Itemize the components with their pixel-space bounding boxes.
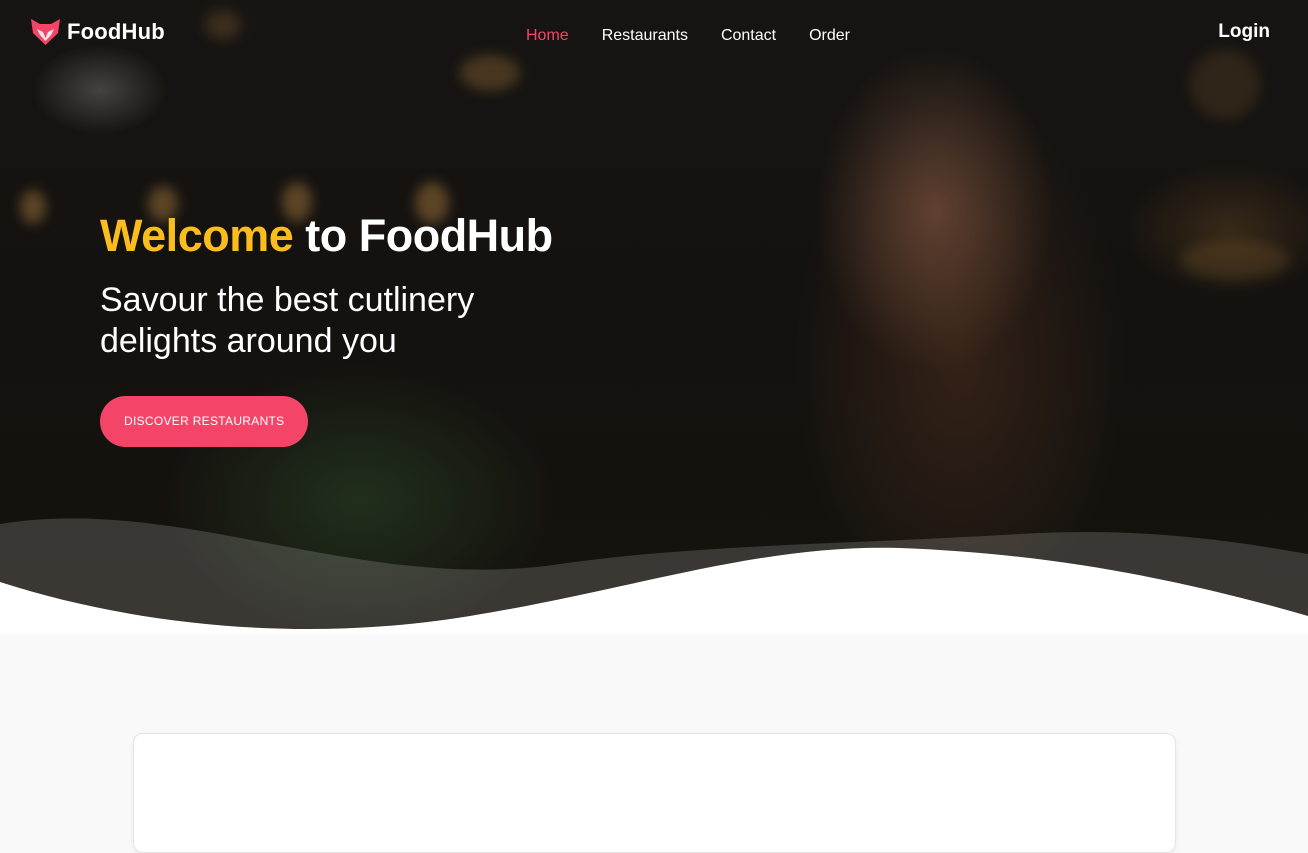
brand-name: FoodHub [67,19,165,44]
hero-wave-divider [0,518,1308,634]
content-card [133,733,1176,853]
hero-title: Welcome to FoodHub [100,208,570,264]
brand-logo[interactable]: FoodHub [30,18,165,46]
main-nav: Home Restaurants Contact Order [526,27,850,45]
nav-link-order[interactable]: Order [809,27,850,45]
hero-content: Welcome to FoodHub Savour the best cutli… [100,208,570,447]
nav-link-home[interactable]: Home [526,27,569,45]
hero-subtitle: Savour the best cutlinery delights aroun… [100,281,475,360]
fox-logo-icon [31,19,60,45]
hero-title-highlight: Welcome [100,210,294,261]
nav-link-restaurants[interactable]: Restaurants [602,27,688,45]
login-link[interactable]: Login [1218,21,1270,43]
hero-title-rest: to FoodHub [293,210,553,261]
top-navbar: FoodHub Home Restaurants Contact Order L… [0,0,1308,70]
nav-link-contact[interactable]: Contact [721,27,776,45]
discover-restaurants-button[interactable]: DISCOVER RESTAURANTS [100,396,309,447]
